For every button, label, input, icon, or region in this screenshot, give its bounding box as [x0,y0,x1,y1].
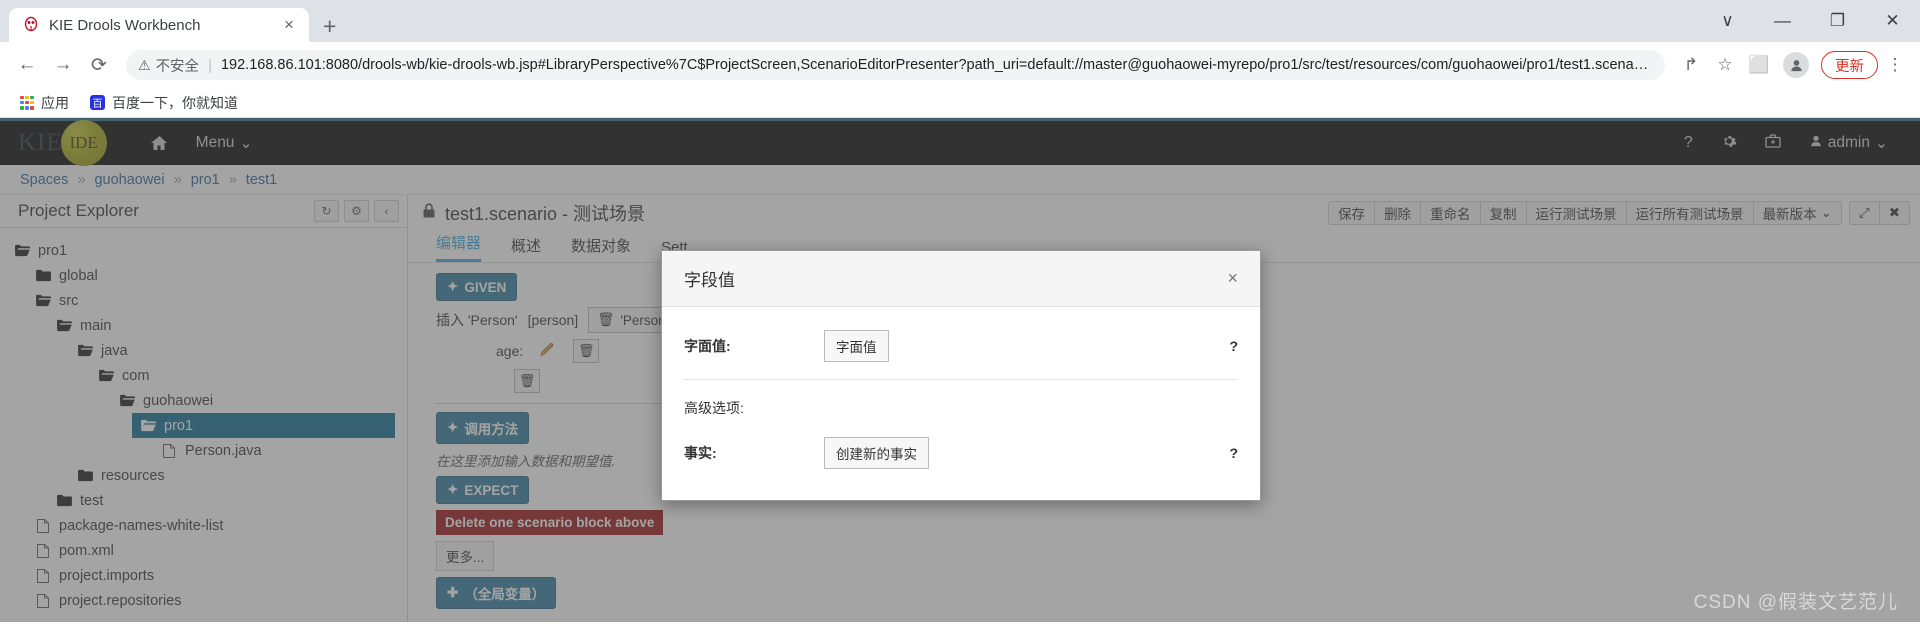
dialog-title: 字段值 [684,271,735,290]
browser-menu-icon[interactable]: ⋮ [1880,55,1910,75]
literal-value-row: 字面值: 字面值 ? [684,325,1238,367]
drools-favicon [22,16,40,34]
maximize-button[interactable]: ❐ [1810,0,1865,42]
url-text: 192.168.86.101:8080/drools-wb/kie-drools… [220,57,1653,73]
dialog-divider [684,379,1238,380]
reload-button[interactable]: ⟳ [82,48,116,82]
share-icon[interactable]: ↱ [1675,49,1707,81]
dialog-header: 字段值 × [662,251,1260,307]
bookmark-apps[interactable]: 应用 [13,90,76,116]
fact-help-icon[interactable]: ? [1229,445,1238,461]
dialog-body: 字面值: 字面值 ? 高级选项: 事实: 创建新的事实 ? [662,307,1260,500]
apps-grid-icon [20,95,34,110]
bookmark-label: 应用 [41,94,69,111]
browser-tabstrip: KIE Drools Workbench × + ∨ — ❐ ✕ [0,0,1920,42]
literal-help-icon[interactable]: ? [1229,338,1238,354]
bookmarks-bar: 应用 百 百度一下，你就知道 [0,88,1920,118]
fact-row: 事实: 创建新的事实 ? [684,432,1238,474]
browser-tab[interactable]: KIE Drools Workbench × [9,8,309,42]
fact-label: 事实: [684,445,717,461]
bookmark-star-icon[interactable]: ☆ [1709,49,1741,81]
tab-title: KIE Drools Workbench [49,16,201,34]
close-icon[interactable]: × [279,15,299,35]
literal-value-button[interactable]: 字面值 [824,330,889,362]
window-controls: ∨ — ❐ ✕ [1700,0,1920,42]
minimize-button[interactable]: — [1755,0,1810,42]
security-label: 不安全 [155,58,200,75]
window-close-button[interactable]: ✕ [1865,0,1920,42]
application-area: KIE IDE Menu ⌄ ? admin ⌄ Spaces » guohao… [0,118,1920,622]
omnibox-separator: | [208,56,212,74]
side-panel-icon[interactable]: ⬜ [1743,49,1775,81]
back-button[interactable]: ← [10,48,44,82]
bookmark-label: 百度一下，你就知道 [112,94,238,111]
literal-value-label: 字面值: [684,338,731,354]
create-new-fact-button[interactable]: 创建新的事实 [824,437,929,469]
update-button[interactable]: 更新 [1821,51,1878,79]
bookmark-baidu[interactable]: 百 百度一下，你就知道 [83,90,245,116]
advanced-options-label: 高级选项: [684,400,744,416]
warning-icon: ⚠ [138,56,151,73]
new-tab-button[interactable]: + [323,15,336,38]
profile-avatar[interactable] [1783,52,1809,78]
baidu-icon: 百 [90,95,105,110]
tab-search-icon[interactable]: ∨ [1700,0,1755,42]
forward-button[interactable]: → [46,48,80,82]
browser-toolbar: ← → ⟳ ⚠ 不安全 | 192.168.86.101:8080/drools… [0,42,1920,88]
field-value-dialog: 字段值 × 字面值: 字面值 ? 高级选项: 事实: 创建新的事实 ? [661,250,1261,501]
close-icon[interactable]: × [1227,268,1238,289]
address-bar[interactable]: ⚠ 不安全 | 192.168.86.101:8080/drools-wb/ki… [126,50,1665,80]
